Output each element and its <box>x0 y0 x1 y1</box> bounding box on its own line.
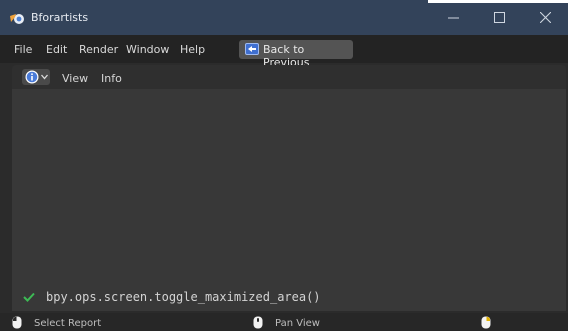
report-row[interactable]: bpy.ops.screen.toggle_maximized_area() <box>12 288 566 308</box>
menu-render[interactable]: Render <box>79 43 118 56</box>
info-editor-header: View Info <box>12 65 566 89</box>
screen-edge-strip <box>428 0 568 3</box>
back-arrow-icon <box>245 43 259 55</box>
close-button[interactable] <box>522 0 568 35</box>
info-report-area[interactable]: bpy.ops.screen.toggle_maximized_area() <box>12 89 566 311</box>
mouse-middle-icon <box>253 316 263 329</box>
menu-help[interactable]: Help <box>180 43 205 56</box>
check-icon <box>23 292 35 302</box>
minimize-icon <box>447 17 459 19</box>
title-bar[interactable]: Bforartists <box>0 0 568 35</box>
window-title: Bforartists <box>31 11 89 24</box>
mouse-left-icon <box>12 316 22 329</box>
mouse-right-icon <box>481 316 491 329</box>
status-label-select-report: Select Report <box>34 318 102 329</box>
status-label-pan-view: Pan View <box>275 318 320 329</box>
bforartists-logo-icon <box>10 14 24 24</box>
menu-window[interactable]: Window <box>126 43 169 56</box>
header-menu-info[interactable]: Info <box>101 72 122 85</box>
menu-bar: File Edit Render Window Help Back to Pre… <box>0 35 568 69</box>
close-icon <box>539 12 551 23</box>
maximize-button[interactable] <box>476 0 522 35</box>
chevron-down-icon <box>41 74 48 80</box>
app-window: Bforartists File Edit Render Window Help… <box>0 0 568 331</box>
back-to-previous-button[interactable]: Back to Previous <box>239 40 353 69</box>
maximize-icon <box>493 12 505 23</box>
report-text: bpy.ops.screen.toggle_maximized_area() <box>46 290 321 304</box>
info-icon <box>25 70 39 84</box>
menu-file[interactable]: File <box>14 43 32 56</box>
menu-edit[interactable]: Edit <box>46 43 67 56</box>
status-bar: Select Report Pan View <box>0 313 568 331</box>
editor-type-selector[interactable] <box>22 69 50 85</box>
minimize-button[interactable] <box>430 0 476 35</box>
header-menu-view[interactable]: View <box>62 72 88 85</box>
